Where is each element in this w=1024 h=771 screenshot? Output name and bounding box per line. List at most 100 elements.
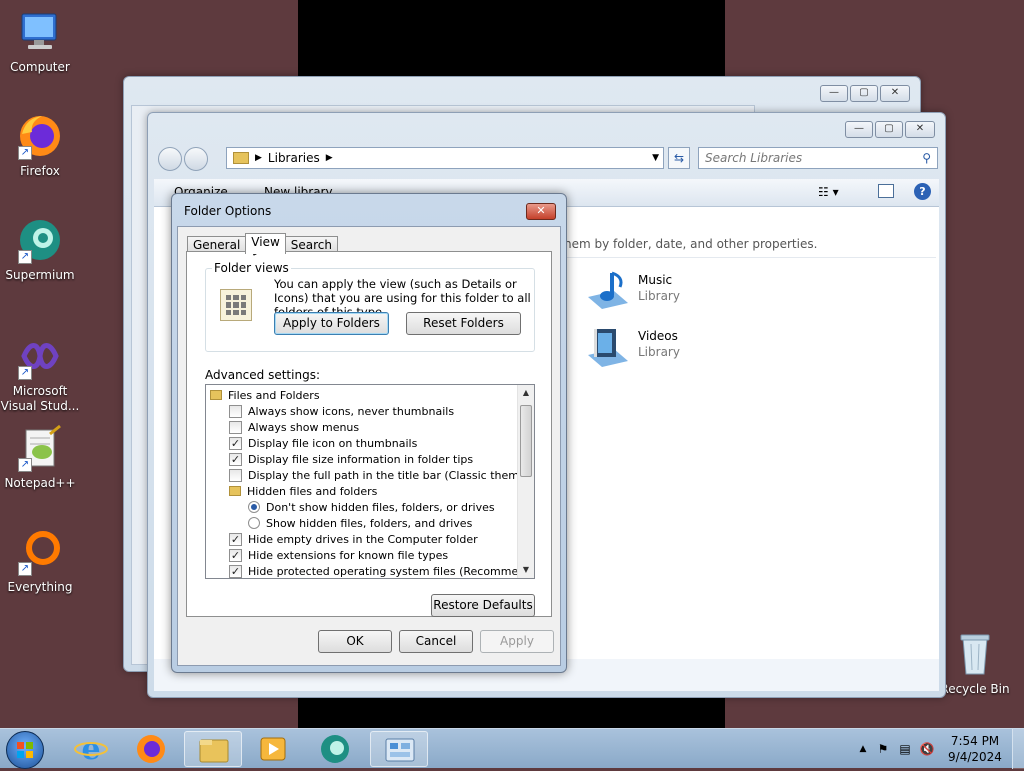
settings-scrollbar[interactable]: ▲ ▼ xyxy=(517,385,534,578)
show-hidden-icons-icon[interactable]: ▲ xyxy=(854,744,872,754)
desktop-icon-computer[interactable]: Computer xyxy=(0,8,80,75)
taskbar-supermium[interactable] xyxy=(306,731,364,767)
desktop-icon-supermium[interactable]: ↗ Supermium xyxy=(0,216,80,283)
minimize-button[interactable]: — xyxy=(820,85,848,102)
back-button[interactable] xyxy=(158,147,182,171)
checkbox[interactable]: ✓ xyxy=(229,548,242,562)
firefox-icon: ↗ xyxy=(16,112,64,160)
action-center-flag-icon[interactable]: ⚑ xyxy=(872,742,894,756)
setting-row[interactable]: Display the full path in the title bar (… xyxy=(210,467,534,483)
close-button[interactable]: ✕ xyxy=(880,85,910,102)
setting-label: Always show menus xyxy=(248,420,360,434)
taskbar-internet-explorer[interactable]: e xyxy=(62,731,120,767)
internet-explorer-icon: e xyxy=(74,732,108,767)
checkbox[interactable] xyxy=(229,420,242,434)
setting-row[interactable]: ✓ Hide empty drives in the Computer folde… xyxy=(210,531,514,547)
setting-label: Display the full path in the title bar (… xyxy=(248,468,535,482)
setting-label: Hide empty drives in the Computer folder xyxy=(248,532,478,546)
taskbar-windows-explorer[interactable] xyxy=(184,731,242,767)
libraries-folder-icon xyxy=(233,152,249,164)
volume-muted-icon[interactable]: 🔇 xyxy=(916,742,938,756)
desktop-icon-label: Notepad++ xyxy=(4,476,76,490)
clock[interactable]: 7:54 PM 9/4/2024 xyxy=(938,733,1012,765)
address-dropdown-icon[interactable]: ▼ xyxy=(652,153,659,163)
restore-defaults-button[interactable]: Restore Defaults xyxy=(431,594,535,617)
checkbox[interactable] xyxy=(229,468,242,482)
setting-label: Show hidden files, folders, and drives xyxy=(266,516,473,530)
cancel-button[interactable]: Cancel xyxy=(399,630,473,653)
scroll-up-icon[interactable]: ▲ xyxy=(518,385,534,401)
media-player-icon xyxy=(260,737,286,761)
breadcrumb-libraries[interactable]: Libraries xyxy=(268,151,320,165)
setting-label: Hidden files and folders xyxy=(247,484,378,498)
windows-explorer-icon xyxy=(199,739,229,763)
apply-to-folders-button[interactable]: Apply to Folders xyxy=(274,312,389,335)
svg-text:e: e xyxy=(81,732,100,767)
setting-row[interactable]: Always show menus xyxy=(210,419,514,435)
nav-buttons xyxy=(158,147,208,171)
tab-view[interactable]: View xyxy=(245,233,286,254)
scrollbar-thumb[interactable] xyxy=(520,405,532,477)
forward-button[interactable] xyxy=(184,147,208,171)
radio-button[interactable] xyxy=(248,517,260,529)
search-input[interactable]: Search Libraries ⚲ xyxy=(698,147,938,169)
setting-row[interactable]: Don't show hidden files, folders, or dri… xyxy=(210,499,514,515)
folder-icon xyxy=(229,486,241,496)
ok-button[interactable]: OK xyxy=(318,630,392,653)
library-item-music[interactable]: Music Library xyxy=(584,267,784,315)
desktop-icon-notepadpp[interactable]: ↗ Notepad++ xyxy=(0,424,80,491)
setting-row[interactable]: Always show icons, never thumbnails xyxy=(210,403,514,419)
preview-pane-icon[interactable] xyxy=(878,184,894,198)
scroll-down-icon[interactable]: ▼ xyxy=(518,562,534,578)
taskbar-firefox[interactable] xyxy=(122,731,180,767)
taskbar-media-player[interactable] xyxy=(244,731,302,767)
setting-row[interactable]: Show hidden files, folders, and drives xyxy=(210,515,514,531)
checkbox[interactable]: ✓ xyxy=(229,436,242,450)
setting-row[interactable]: ✓ Display file icon on thumbnails xyxy=(210,435,514,451)
desktop-icon-everything[interactable]: ↗ Everything xyxy=(0,528,80,595)
supermium-icon: ↗ xyxy=(16,216,64,264)
clock-time: 7:54 PM xyxy=(950,734,1000,748)
control-panel-icon xyxy=(385,738,415,762)
folder-views-label: Folder views xyxy=(212,261,291,275)
setting-row: Hidden files and folders xyxy=(210,483,514,499)
setting-label: Hide protected operating system files (R… xyxy=(248,564,535,578)
radio-button[interactable] xyxy=(248,501,260,513)
checkbox[interactable]: ✓ xyxy=(229,564,242,578)
address-bar[interactable]: ▶ Libraries ▶ ▼ xyxy=(226,147,664,169)
minimize-button[interactable]: — xyxy=(845,121,873,138)
checkbox[interactable] xyxy=(229,404,242,418)
desktop-icon-recycle-bin[interactable]: Recycle Bin xyxy=(935,630,1015,697)
start-button[interactable] xyxy=(6,731,44,769)
view-options-icon[interactable]: ☷ ▾ xyxy=(818,185,839,199)
music-library-icon xyxy=(588,271,628,309)
desktop-icon-label: Recycle Bin xyxy=(940,682,1010,696)
maximize-button[interactable]: ▢ xyxy=(875,121,903,138)
maximize-button[interactable]: ▢ xyxy=(850,85,878,102)
recycle-bin-icon xyxy=(951,630,999,678)
reset-folders-button[interactable]: Reset Folders xyxy=(406,312,521,335)
help-icon[interactable]: ? xyxy=(914,183,931,200)
checkbox[interactable]: ✓ xyxy=(229,532,242,546)
checkbox[interactable]: ✓ xyxy=(229,452,242,466)
apply-button[interactable]: Apply xyxy=(480,630,554,653)
folder-options-dialog[interactable]: Folder Options ✕ General View Search Fol… xyxy=(171,193,567,673)
advanced-settings-list[interactable]: Files and Folders Always show icons, neve… xyxy=(205,384,535,579)
setting-label: Don't show hidden files, folders, or dri… xyxy=(266,500,495,514)
desktop-icon-visual-studio[interactable]: ↗ Microsoft Visual Stud... xyxy=(0,332,80,414)
computer-icon xyxy=(16,8,64,56)
refresh-button[interactable]: ⇆ xyxy=(668,147,690,169)
show-desktop-button[interactable] xyxy=(1012,729,1024,769)
dialog-body: General View Search Folder views You can… xyxy=(177,226,561,666)
close-button[interactable]: ✕ xyxy=(905,121,935,138)
supermium-icon xyxy=(321,735,349,763)
library-name: Videos xyxy=(638,329,678,343)
taskbar-control-panel[interactable] xyxy=(370,731,428,767)
setting-row[interactable]: ✓ Hide protected operating system files (… xyxy=(210,563,534,578)
library-item-videos[interactable]: Videos Library xyxy=(584,323,784,371)
setting-row[interactable]: ✓ Display file size information in folder… xyxy=(210,451,514,467)
desktop-icon-firefox[interactable]: ↗ Firefox xyxy=(0,112,80,179)
dialog-close-button[interactable]: ✕ xyxy=(526,203,556,220)
network-icon[interactable]: ▤ xyxy=(894,742,916,756)
setting-row[interactable]: ✓ Hide extensions for known file types xyxy=(210,547,514,563)
